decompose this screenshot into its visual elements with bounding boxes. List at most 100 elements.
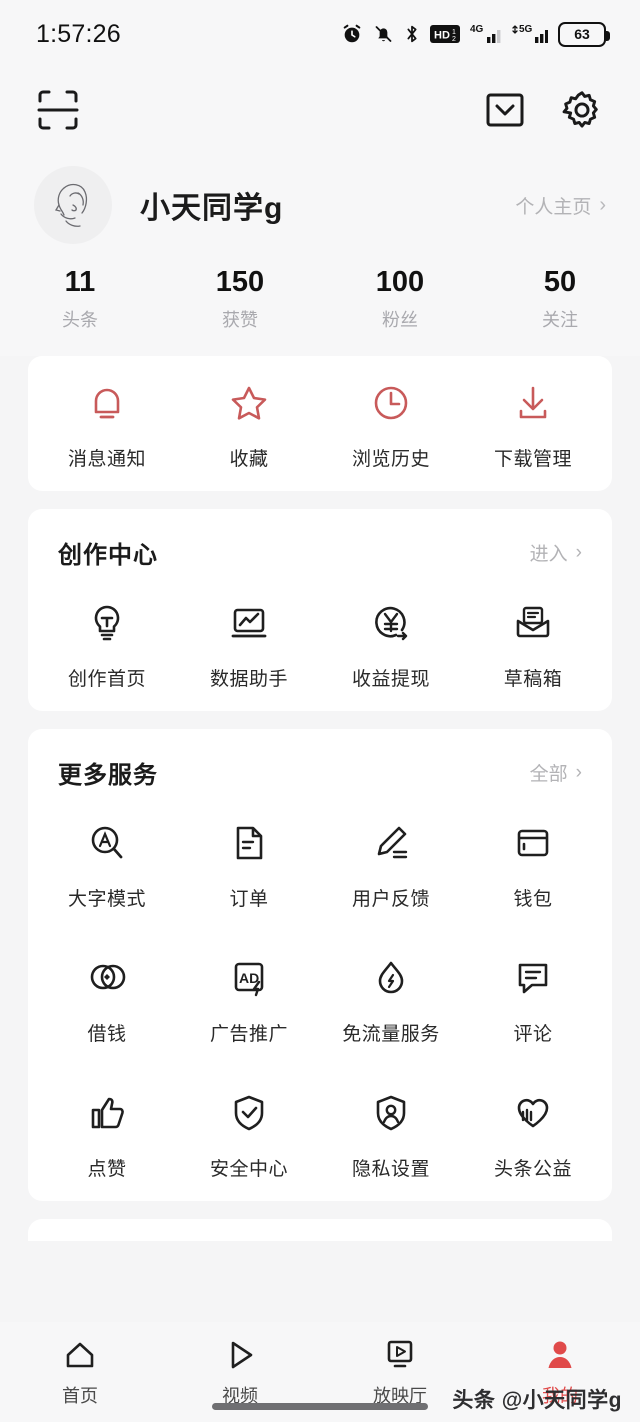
more-services-header: 更多服务 全部 ›	[36, 729, 604, 796]
chevron-right-icon: ›	[599, 193, 606, 216]
stat-label: 头条	[62, 310, 98, 331]
service-item-ad-promotion[interactable]: AD 广告推广	[178, 931, 320, 1066]
quick-action-label: 收藏	[229, 449, 269, 471]
quick-action-label: 浏览历史	[351, 449, 430, 471]
service-item-privacy-settings[interactable]: 隐私设置	[320, 1066, 462, 1201]
personal-homepage-link[interactable]: 个人主页 ›	[515, 192, 606, 219]
service-item-borrow[interactable]: 借钱	[36, 931, 178, 1066]
service-item-wallet[interactable]: 钱包	[462, 796, 604, 931]
bottom-nav-item-video[interactable]: 视频	[160, 1334, 320, 1408]
svg-text:4G: 4G	[470, 24, 484, 35]
theater-icon	[380, 1334, 420, 1376]
svg-text:1: 1	[452, 29, 456, 36]
yen-withdraw-icon	[368, 598, 414, 648]
chevron-right-icon: ›	[575, 761, 582, 783]
service-item-feedback[interactable]: 用户反馈	[320, 796, 462, 931]
service-item-label: 订单	[229, 889, 269, 911]
battery-level: 63	[574, 26, 590, 42]
alarm-icon	[343, 24, 361, 43]
stat-value: 50	[543, 266, 577, 298]
quick-action-label: 消息通知	[67, 449, 146, 471]
status-bar: 1:57:26 HD 1 2 4G 5G 63	[0, 0, 640, 68]
service-item-comments[interactable]: 评论	[462, 931, 604, 1066]
status-icons: HD 1 2 4G 5G 63	[341, 21, 610, 47]
inbox-icon[interactable]	[484, 89, 526, 131]
clock-icon	[367, 378, 415, 428]
stat-value: 100	[375, 266, 425, 298]
chevron-right-icon: ›	[575, 541, 582, 563]
stat-item-likes[interactable]: 150 获赞	[160, 264, 320, 332]
creation-center-header: 创作中心 进入 ›	[36, 509, 604, 576]
more-services-card: 更多服务 全部 › 大字模式 订单 用户反馈 钱包 借钱 AD 广告推广 免流量…	[28, 729, 612, 1202]
profile-stats: 11 头条 150 获赞 100 粉丝 50 关注	[0, 264, 640, 332]
quick-actions-card: 消息通知 收藏 浏览历史 下载管理	[28, 356, 612, 492]
creation-center-grid: 创作首页 数据助手 收益提现 草稿箱	[36, 576, 604, 711]
order-document-icon	[226, 818, 272, 868]
avatar-portrait-icon	[54, 183, 88, 227]
service-item-label: 免流量服务	[342, 1024, 440, 1046]
more-services-title: 更多服务	[58, 762, 158, 790]
status-clock: 1:57:26	[36, 19, 121, 48]
bottom-nav-label: 首页	[62, 1386, 98, 1406]
home-indicator[interactable]	[212, 1403, 428, 1410]
creation-item-home[interactable]: 创作首页	[36, 576, 178, 711]
shield-check-icon	[226, 1088, 272, 1138]
signal-4g-icon: 4G	[470, 24, 501, 43]
stat-item-fans[interactable]: 100 粉丝	[320, 264, 480, 332]
chart-laptop-icon	[226, 598, 272, 648]
creation-item-data-assistant[interactable]: 数据助手	[178, 576, 320, 711]
stat-label: 关注	[542, 310, 578, 331]
wallet-icon	[510, 818, 556, 868]
bluetooth-icon	[407, 25, 417, 43]
service-item-label: 广告推广	[209, 1024, 288, 1046]
more-services-all-label: 全部	[529, 764, 568, 786]
avatar[interactable]	[34, 166, 112, 244]
quick-action-favorites[interactable]: 收藏	[178, 356, 320, 491]
svg-text:2: 2	[452, 36, 456, 43]
stat-item-toutiao[interactable]: 11 头条	[0, 264, 160, 332]
top-nav-bar	[0, 68, 640, 152]
service-item-orders[interactable]: 订单	[178, 796, 320, 931]
service-item-security-center[interactable]: 安全中心	[178, 1066, 320, 1201]
creation-center-title: 创作中心	[58, 542, 158, 570]
more-services-all-link[interactable]: 全部 ›	[530, 759, 582, 786]
creation-item-label: 收益提现	[351, 669, 430, 691]
free-data-drop-icon	[368, 953, 414, 1003]
creation-item-label: 草稿箱	[503, 669, 563, 691]
service-item-label: 隐私设置	[351, 1159, 430, 1181]
service-item-free-data[interactable]: 免流量服务	[320, 931, 462, 1066]
quick-action-downloads[interactable]: 下载管理	[462, 356, 604, 491]
service-item-label: 钱包	[513, 889, 553, 911]
bell-icon	[83, 378, 131, 428]
quick-action-notifications[interactable]: 消息通知	[36, 356, 178, 491]
service-item-label: 评论	[513, 1024, 553, 1046]
profile-header: 小天同学g 个人主页 ›	[0, 162, 640, 248]
bottom-nav-item-home[interactable]: 首页	[0, 1334, 160, 1408]
watermark: 头条 @小天同学g	[452, 1389, 622, 1412]
signal-5g-icon: 5G	[512, 24, 548, 43]
quick-action-history[interactable]: 浏览历史	[320, 356, 462, 491]
thumbs-up-icon	[84, 1088, 130, 1138]
charity-heart-icon	[510, 1088, 556, 1138]
service-item-likes[interactable]: 点赞	[36, 1066, 178, 1201]
lightbulb-icon	[84, 598, 130, 648]
service-item-large-text[interactable]: 大字模式	[36, 796, 178, 931]
stat-label: 获赞	[222, 310, 258, 331]
creation-center-enter-link[interactable]: 进入 ›	[530, 539, 582, 566]
stat-value: 11	[64, 266, 96, 298]
service-item-charity[interactable]: 头条公益	[462, 1066, 604, 1201]
gear-icon[interactable]	[560, 88, 604, 132]
more-services-grid: 大字模式 订单 用户反馈 钱包 借钱 AD 广告推广 免流量服务 评论 点赞 安…	[36, 796, 604, 1201]
svg-text:HD: HD	[434, 30, 450, 42]
scan-icon[interactable]	[36, 88, 80, 132]
feedback-pencil-icon	[368, 818, 414, 868]
creation-item-drafts[interactable]: 草稿箱	[462, 576, 604, 711]
download-icon	[509, 378, 557, 428]
play-icon	[220, 1334, 260, 1376]
svg-text:5G: 5G	[519, 24, 533, 35]
creation-center-card: 创作中心 进入 › 创作首页 数据助手 收益提现 草稿箱	[28, 509, 612, 712]
stat-item-following[interactable]: 50 关注	[480, 264, 640, 332]
creation-item-withdraw[interactable]: 收益提现	[320, 576, 462, 711]
stat-value: 150	[215, 266, 265, 298]
star-icon	[225, 378, 273, 428]
